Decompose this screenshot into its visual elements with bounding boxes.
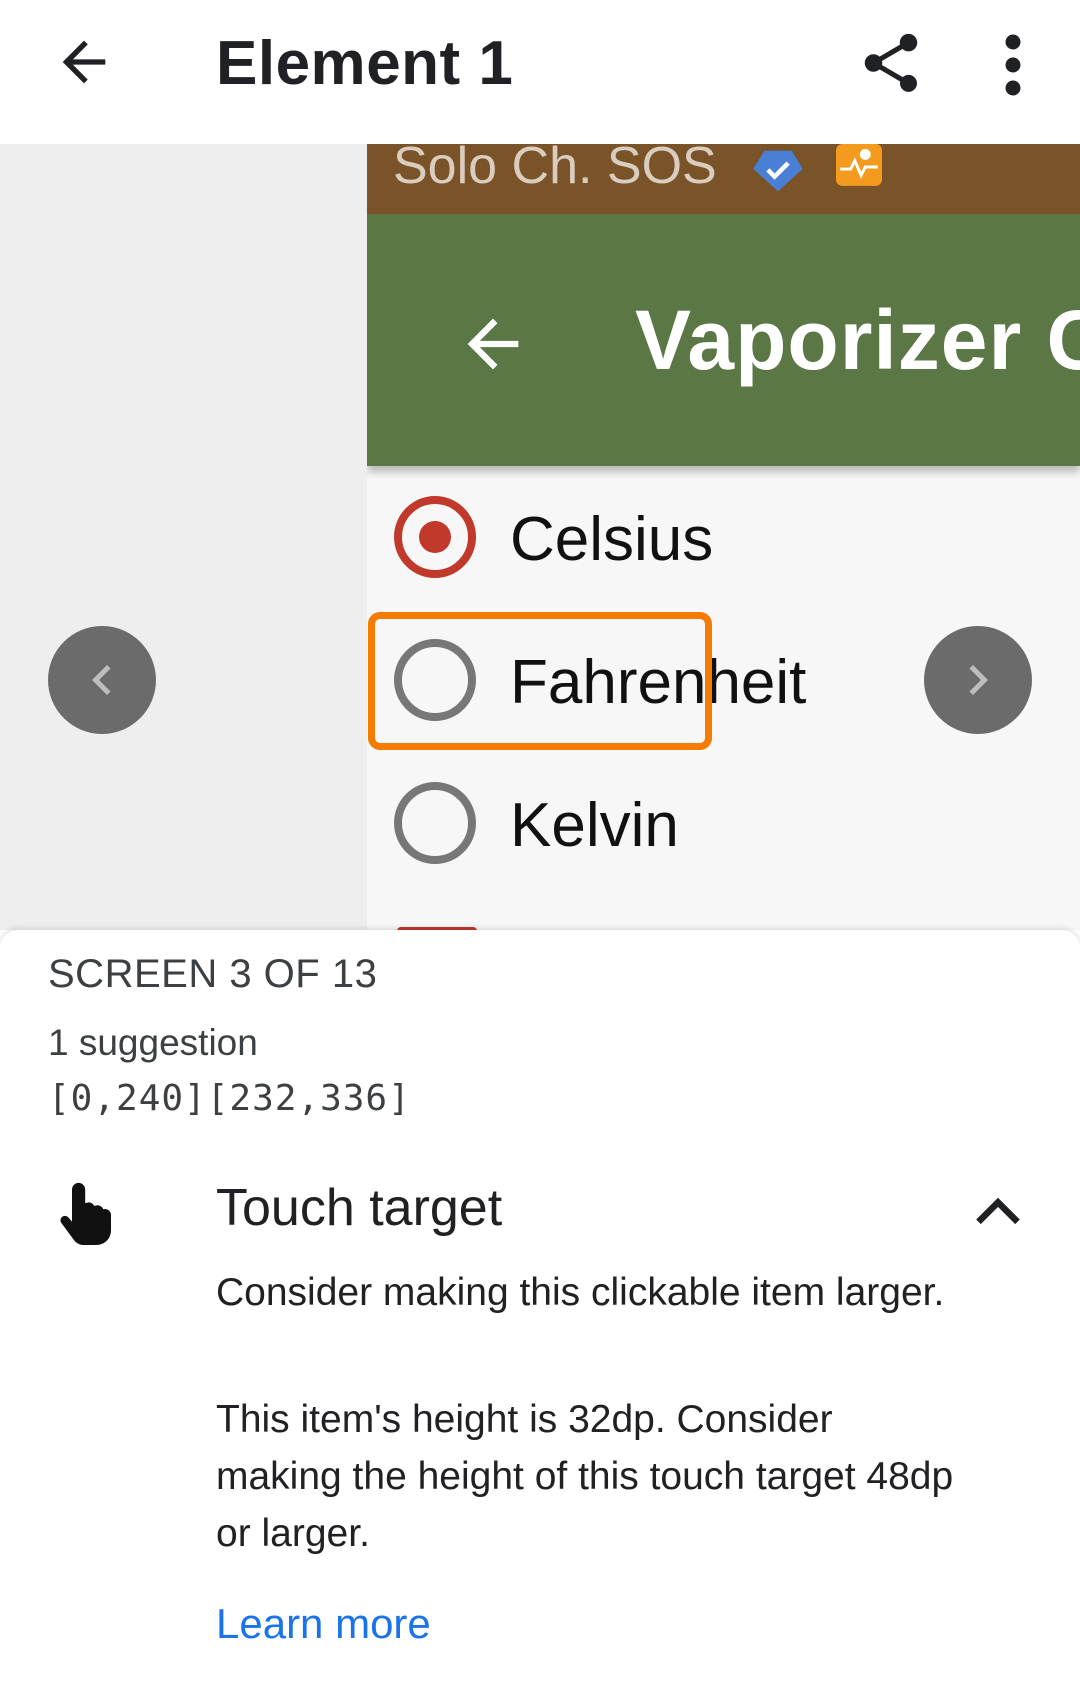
touch-hand-icon — [60, 1182, 111, 1245]
chevron-left-icon — [92, 665, 111, 695]
status-bar-text: Solo Ch. SOS — [393, 144, 717, 195]
radio-unchecked-icon — [394, 782, 476, 864]
screenshot-preview: Solo Ch. SOS Vaporizer C Celsius Fahrenh… — [0, 144, 1080, 930]
next-screen-button[interactable] — [924, 626, 1032, 734]
element-bounds: [0,240][232,336] — [48, 1078, 411, 1119]
app-toolbar-title: Vaporizer C — [635, 293, 1080, 387]
arrow-back-icon — [467, 318, 519, 370]
radio-label: Celsius — [510, 505, 714, 574]
app-toolbar: Vaporizer C — [367, 214, 1080, 466]
verified-shield-icon — [753, 150, 803, 192]
app-screenshot: Solo Ch. SOS Vaporizer C Celsius Fahrenh… — [367, 144, 1080, 930]
radio-label: Kelvin — [510, 791, 679, 860]
radio-option-celsius: Celsius — [367, 474, 1080, 604]
screen-position: SCREEN 3 OF 13 — [48, 952, 378, 996]
issue-highlight-box — [368, 612, 712, 750]
chevron-up-icon[interactable] — [972, 1192, 1024, 1230]
radio-option-kelvin: Kelvin — [367, 760, 1080, 890]
previous-screen-button[interactable] — [48, 626, 156, 734]
more-vert-icon[interactable] — [990, 30, 1036, 100]
status-bar: Solo Ch. SOS — [367, 144, 1080, 214]
arrow-back-icon[interactable] — [52, 30, 116, 94]
details-sheet: SCREEN 3 OF 13 1 suggestion [0,240][232,… — [0, 930, 1080, 1690]
app-notification-icon — [836, 144, 882, 186]
rule-title: Touch target — [216, 1179, 503, 1237]
chevron-right-icon — [969, 665, 988, 695]
share-icon[interactable] — [856, 28, 926, 98]
page-title: Element 1 — [216, 29, 514, 98]
rule-detail: This item's height is 32dp. Consider mak… — [216, 1398, 954, 1555]
rule-description: Consider making this clickable item larg… — [216, 1271, 945, 1314]
radio-checked-icon — [394, 496, 476, 578]
learn-more-link[interactable]: Learn more — [216, 1600, 431, 1648]
suggestion-count: 1 suggestion — [48, 1022, 258, 1063]
app-bar: Element 1 — [0, 0, 1080, 144]
